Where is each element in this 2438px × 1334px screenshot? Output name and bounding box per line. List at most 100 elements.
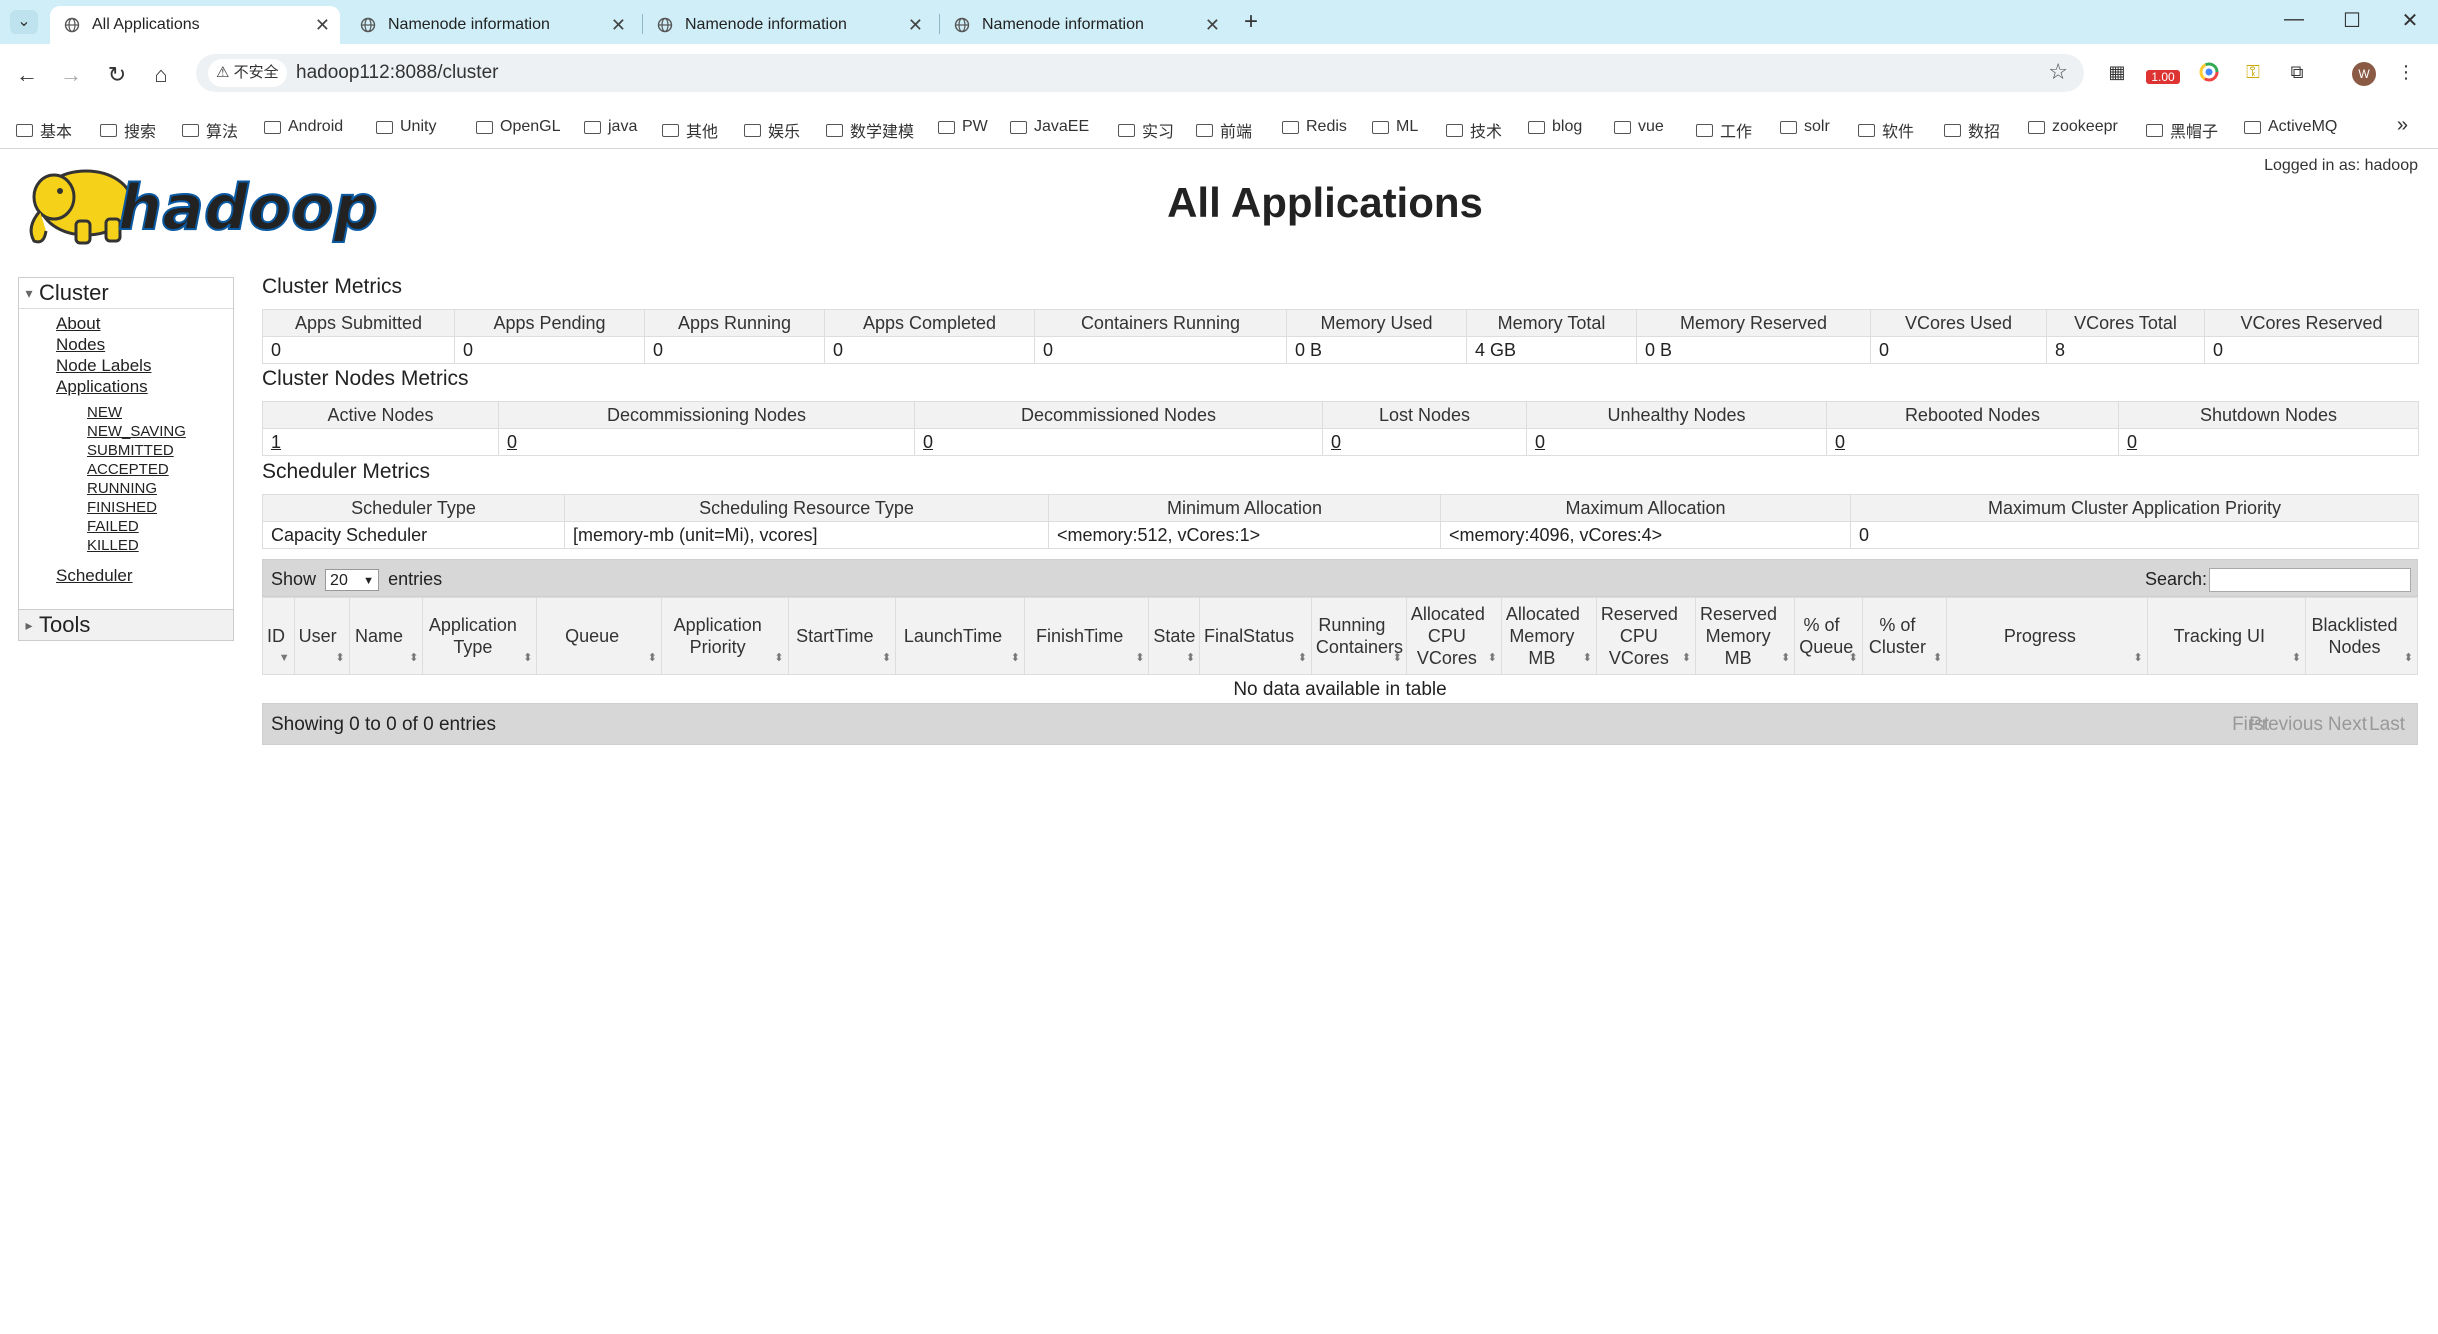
column-header[interactable]: Allocated CPU VCores ⬍	[1405, 597, 1502, 675]
bookmark-folder[interactable]: zookeepr	[2028, 118, 2118, 136]
app-state-finished[interactable]: FINISHED	[87, 499, 157, 516]
extension-badge-icon[interactable]: 1.00	[2146, 62, 2180, 88]
app-state-running[interactable]: RUNNING	[87, 480, 157, 497]
column-header[interactable]: Reserved Memory MB ⬍	[1694, 597, 1796, 675]
bookmark-folder[interactable]: 软件	[1858, 118, 1914, 142]
tools-header[interactable]: ▸ Tools	[19, 610, 233, 640]
bookmark-folder[interactable]: PW	[938, 118, 988, 136]
column-header[interactable]: Progress ⬍	[1946, 597, 2148, 675]
node-metric-link[interactable]: 0	[1826, 428, 2119, 456]
entries-select[interactable]: 20 ▼	[325, 569, 380, 592]
column-header[interactable]: User ⬍	[293, 597, 350, 675]
address-bar[interactable]: ⚠ 不安全 hadoop112:8088/cluster ☆	[196, 54, 2084, 92]
column-header[interactable]: Tracking UI ⬍	[2146, 597, 2306, 675]
window-close-icon[interactable]: ✕	[2390, 8, 2430, 33]
forward-icon[interactable]: →	[56, 62, 86, 88]
bookmark-folder[interactable]: 搜索	[100, 118, 156, 142]
security-chip[interactable]: ⚠ 不安全	[208, 59, 287, 87]
node-metric-link[interactable]: 0	[1322, 428, 1527, 456]
menu-kebab-icon[interactable]: ⋮	[2396, 62, 2416, 88]
app-state-accepted[interactable]: ACCEPTED	[87, 461, 169, 478]
column-header[interactable]: StartTime ⬍	[787, 597, 897, 675]
bookmark-folder[interactable]: 基本	[16, 118, 72, 142]
column-header[interactable]: FinalStatus ⬍	[1199, 597, 1312, 675]
minimize-icon[interactable]: —	[2274, 8, 2314, 31]
bookmark-folder[interactable]: Unity	[376, 118, 436, 136]
bookmark-folder[interactable]: OpenGL	[476, 118, 560, 136]
maximize-icon[interactable]: ☐	[2332, 8, 2372, 33]
bookmark-folder[interactable]: vue	[1614, 118, 1664, 136]
app-state-new-saving[interactable]: NEW_SAVING	[87, 423, 186, 440]
extensions-puzzle-icon[interactable]: ⧉	[2284, 62, 2310, 88]
tab-namenode-2[interactable]: Namenode information ✕	[643, 6, 933, 44]
bookmark-folder[interactable]: java	[584, 118, 637, 136]
pager-next[interactable]: Next	[2328, 714, 2367, 736]
column-header[interactable]: Blacklisted Nodes ⬍	[2304, 597, 2419, 675]
column-header[interactable]: % of Queue ⬍	[1794, 597, 1863, 675]
new-tab-icon[interactable]: +	[1244, 10, 1258, 34]
node-metric-link[interactable]: 0	[498, 428, 915, 456]
sidebar-item-nodes[interactable]: Nodes	[56, 335, 105, 355]
bookmark-folder[interactable]: 工作	[1696, 118, 1752, 142]
column-header[interactable]: ID ▼	[262, 597, 295, 675]
bookmark-folder[interactable]: solr	[1780, 118, 1830, 136]
app-state-submitted[interactable]: SUBMITTED	[87, 442, 174, 459]
reload-icon[interactable]: ↻	[102, 62, 132, 88]
column-header[interactable]: % of Cluster ⬍	[1861, 597, 1948, 675]
app-state-killed[interactable]: KILLED	[87, 537, 139, 554]
node-metric-link[interactable]: 0	[914, 428, 1323, 456]
search-input[interactable]	[2209, 568, 2411, 592]
column-header[interactable]: Application Type ⬍	[422, 597, 538, 675]
close-icon[interactable]: ✕	[611, 6, 626, 44]
bookmark-folder[interactable]: ActiveMQ	[2244, 118, 2337, 136]
url-text[interactable]: hadoop112:8088/cluster	[296, 54, 498, 92]
bookmark-folder[interactable]: Android	[264, 118, 343, 136]
chrome-circle-icon[interactable]	[2196, 62, 2222, 88]
bookmark-folder[interactable]: Redis	[1282, 118, 1347, 136]
bookmark-folder[interactable]: 数招	[1944, 118, 2000, 142]
close-icon[interactable]: ✕	[1205, 6, 1220, 44]
app-state-failed[interactable]: FAILED	[87, 518, 139, 535]
bookmark-folder[interactable]: 实习	[1118, 118, 1174, 142]
bookmark-star-icon[interactable]: ☆	[2048, 59, 2068, 85]
bookmark-folder[interactable]: blog	[1528, 118, 1582, 136]
bookmark-folder[interactable]: JavaEE	[1010, 118, 1089, 136]
column-header[interactable]: State ⬍	[1148, 597, 1201, 675]
profile-avatar[interactable]: W	[2352, 62, 2378, 88]
node-metric-link[interactable]: 1	[262, 428, 499, 456]
sidebar-item-scheduler[interactable]: Scheduler	[56, 566, 133, 586]
tab-search-button[interactable]: ⌄	[10, 10, 38, 34]
column-header[interactable]: Reserved CPU VCores ⬍	[1595, 597, 1697, 675]
cluster-header[interactable]: ▾ Cluster	[19, 278, 233, 309]
sidebar-item-node-labels[interactable]: Node Labels	[56, 356, 151, 376]
bookmark-folder[interactable]: 数学建模	[826, 118, 914, 142]
app-state-new[interactable]: NEW	[87, 404, 122, 421]
bookmark-folder[interactable]: 前端	[1196, 118, 1252, 142]
bookmark-folder[interactable]: ML	[1372, 118, 1418, 136]
column-header[interactable]: Running Containers ⬍	[1310, 597, 1407, 675]
node-metric-link[interactable]: 0	[1526, 428, 1827, 456]
pager-previous[interactable]: Previous	[2249, 714, 2323, 736]
bookmark-folder[interactable]: 算法	[182, 118, 238, 142]
column-header[interactable]: Allocated Memory MB ⬍	[1500, 597, 1597, 675]
tab-namenode-1[interactable]: Namenode information ✕	[346, 6, 636, 44]
extension-icon[interactable]: ▦	[2104, 62, 2130, 88]
column-header[interactable]: Application Priority ⬍	[660, 597, 789, 675]
bookmark-folder[interactable]: 技术	[1446, 118, 1502, 142]
close-icon[interactable]: ✕	[315, 6, 330, 44]
bookmark-folder[interactable]: 黑帽子	[2146, 118, 2218, 142]
close-icon[interactable]: ✕	[908, 6, 923, 44]
node-metric-link[interactable]: 0	[2118, 428, 2419, 456]
column-header[interactable]: Queue ⬍	[536, 597, 662, 675]
bookmarks-overflow-icon[interactable]: »	[2397, 114, 2408, 137]
pager-last[interactable]: Last	[2369, 714, 2405, 736]
column-header[interactable]: FinishTime ⬍	[1023, 597, 1150, 675]
sidebar-item-applications[interactable]: Applications	[56, 377, 148, 397]
tab-namenode-3[interactable]: Namenode information ✕	[940, 6, 1230, 44]
extension-key-icon[interactable]: ⚿	[2240, 62, 2266, 88]
bookmark-folder[interactable]: 娱乐	[744, 118, 800, 142]
back-icon[interactable]: ←	[12, 62, 42, 88]
column-header[interactable]: Name ⬍	[348, 597, 424, 675]
sidebar-item-about[interactable]: About	[56, 314, 100, 334]
tab-all-applications[interactable]: All Applications ✕	[50, 6, 340, 44]
